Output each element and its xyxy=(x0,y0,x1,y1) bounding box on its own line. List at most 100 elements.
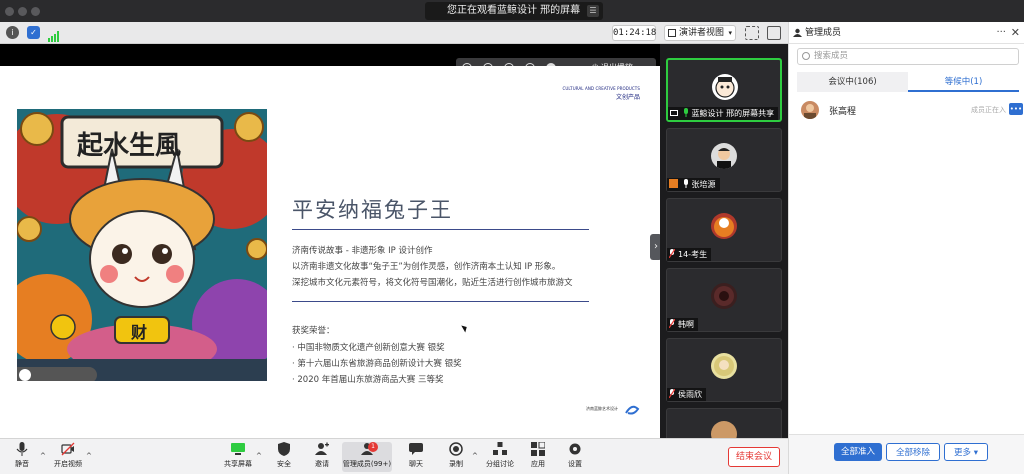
avatar xyxy=(712,74,738,100)
chat-icon xyxy=(409,443,423,455)
member-search-input[interactable]: 搜索成员 xyxy=(797,48,1019,65)
desc-underline xyxy=(292,301,589,302)
video-label: 开启视频 xyxy=(54,460,82,468)
video-tile[interactable]: 韩啊 xyxy=(666,268,782,332)
shield-icon xyxy=(278,442,290,456)
settings-button[interactable]: 设置 xyxy=(553,442,597,472)
signal-icon[interactable] xyxy=(48,27,60,42)
members-badge: 1 xyxy=(368,442,378,452)
award-item-3: · 2020 年首届山东旅游商品大赛 三等奖 xyxy=(292,375,444,385)
mic-muted-icon xyxy=(669,319,675,328)
list-item[interactable]: 张高程 成员正在入 ••• xyxy=(801,100,1023,120)
microphone-icon xyxy=(16,442,28,456)
shield-icon[interactable]: ✓ xyxy=(27,26,40,39)
panel-header: 管理成员 ··· ✕ xyxy=(789,22,1024,44)
control-bar: 静音 ^ 开启视频 ^ 共享屏幕 ^ 安全 邀请 1 管理成员(99+) 聊天 xyxy=(0,438,788,474)
invite-label: 邀请 xyxy=(315,460,329,468)
more-button[interactable]: 更多 ▾ xyxy=(944,443,988,461)
add-user-icon xyxy=(315,442,329,455)
manage-members-button[interactable]: 1 管理成员(99+) xyxy=(342,442,392,472)
video-tile[interactable]: 蓝鲸设计 邢的屏幕共享 xyxy=(666,58,782,122)
more-options-icon[interactable]: ··· xyxy=(996,22,1006,44)
tab-in-meeting[interactable]: 会议中(106) xyxy=(797,72,908,92)
viewing-banner: 您正在观看蓝鲸设计 邢的屏幕 ☰ xyxy=(425,2,603,20)
participants-panel: 管理成员 ··· ✕ 搜索成员 会议中(106) 等候中(1) 张高程 成员正在… xyxy=(788,22,1024,474)
share-screen-icon xyxy=(231,443,245,455)
tile-name: 张培源 xyxy=(691,180,716,189)
rabbit-king-artwork: 起水生風 财 xyxy=(17,109,267,381)
close-icon[interactable]: ✕ xyxy=(1011,22,1020,44)
tile-name: 14-考生 xyxy=(678,250,708,259)
mute-button[interactable]: 静音 xyxy=(0,442,44,472)
slide-header-en: CULTURAL AND CREATIVE PRODUCTS xyxy=(562,86,640,91)
video-button[interactable]: 开启视频 xyxy=(46,442,90,472)
tile-label: 14-考生 xyxy=(667,248,712,261)
artwork-banner-text: 起水生風 xyxy=(77,131,182,161)
tile-label: 韩啊 xyxy=(667,318,698,331)
share-screen-label: 共享屏幕 xyxy=(224,460,252,468)
mute-label: 静音 xyxy=(15,460,29,468)
breakout-rooms-icon xyxy=(493,442,507,455)
chevron-up-icon[interactable]: ^ xyxy=(86,452,92,460)
slide-desc-line-2: 以济南非遗文化故事“兔子王”为创作灵感，创作济南本土认知 IP 形象。 xyxy=(292,262,561,272)
slide-title: 平安纳福兔子王 xyxy=(292,198,453,222)
panel-footer: 全部准入 全部移除 更多 ▾ xyxy=(789,434,1024,474)
mic-icon xyxy=(683,179,688,188)
whale-logo-icon xyxy=(625,405,640,415)
avatar xyxy=(711,213,737,239)
member-name: 张高程 xyxy=(829,107,857,117)
avatar xyxy=(711,421,737,438)
banner-menu-icon[interactable]: ☰ xyxy=(587,5,599,17)
apps-icon xyxy=(531,442,545,456)
video-tile[interactable]: 14-考生 xyxy=(666,198,782,262)
tile-name: 侯雨欣 xyxy=(678,390,702,399)
video-tile[interactable]: 侯雨欣 xyxy=(666,338,782,402)
settings-label: 设置 xyxy=(568,460,582,468)
record-label: 录制 xyxy=(449,460,463,468)
mic-icon xyxy=(683,108,688,117)
remove-all-button[interactable]: 全部移除 xyxy=(886,443,940,461)
grid-icon xyxy=(668,29,676,37)
video-tile[interactable]: 张培源 xyxy=(666,128,782,192)
tile-label: 蓝鲸设计 邢的屏幕共享 xyxy=(668,107,779,120)
share-screen-button[interactable]: 共享屏幕 xyxy=(216,442,260,472)
avatar xyxy=(711,353,737,379)
chevron-up-icon[interactable]: ^ xyxy=(472,452,478,460)
people-icon xyxy=(793,28,802,37)
end-meeting-button[interactable]: 结束会议 xyxy=(728,447,780,467)
info-icon[interactable]: i xyxy=(6,26,19,39)
fullscreen-icon[interactable] xyxy=(745,26,759,40)
gear-icon xyxy=(569,443,581,455)
meeting-timer: 01:24:18 xyxy=(612,25,656,41)
tab-waiting[interactable]: 等候中(1) xyxy=(908,72,1019,92)
title-underline xyxy=(292,229,589,230)
camera-off-icon xyxy=(61,442,75,456)
avatar xyxy=(711,283,737,309)
manage-members-label: 管理成员(99+) xyxy=(342,460,392,468)
window-minimize-dot[interactable] xyxy=(18,7,27,16)
admit-all-button[interactable]: 全部准入 xyxy=(834,443,882,461)
chevron-up-icon[interactable]: ^ xyxy=(256,452,262,460)
award-item-1: · 中国非物质文化遗产创新创意大赛 银奖 xyxy=(292,343,445,353)
award-item-2: · 第十六届山东省旅游商品创新设计大赛 银奖 xyxy=(292,359,462,369)
window-maximize-dot[interactable] xyxy=(31,7,40,16)
invite-button[interactable]: 邀请 xyxy=(300,442,344,472)
footer-logo-text: 济南蓝鲸艺术设计 xyxy=(586,406,618,411)
panel-title: 管理成员 xyxy=(805,28,842,38)
record-icon xyxy=(449,442,463,456)
view-mode-select[interactable]: 演讲者视图 ▾ xyxy=(664,25,736,41)
video-tile[interactable] xyxy=(666,408,782,438)
tile-label: 张培源 xyxy=(667,178,720,191)
member-more-button[interactable]: ••• xyxy=(1009,103,1023,115)
window-close-dot[interactable] xyxy=(5,7,14,16)
search-icon xyxy=(802,52,810,60)
screen-share-icon xyxy=(670,110,678,116)
chevron-up-icon[interactable]: ^ xyxy=(40,452,46,460)
presenter-cursor-widget[interactable] xyxy=(17,367,97,381)
sidebar-toggle-icon[interactable] xyxy=(767,26,781,40)
chat-button[interactable]: 聊天 xyxy=(394,442,438,472)
person-icon xyxy=(669,179,678,188)
member-status: 成员正在入 xyxy=(971,106,1006,114)
mic-muted-icon xyxy=(669,249,675,258)
slide-desc-line-1: 济南传说故事 - 非遗形象 IP 设计创作 xyxy=(292,246,433,256)
